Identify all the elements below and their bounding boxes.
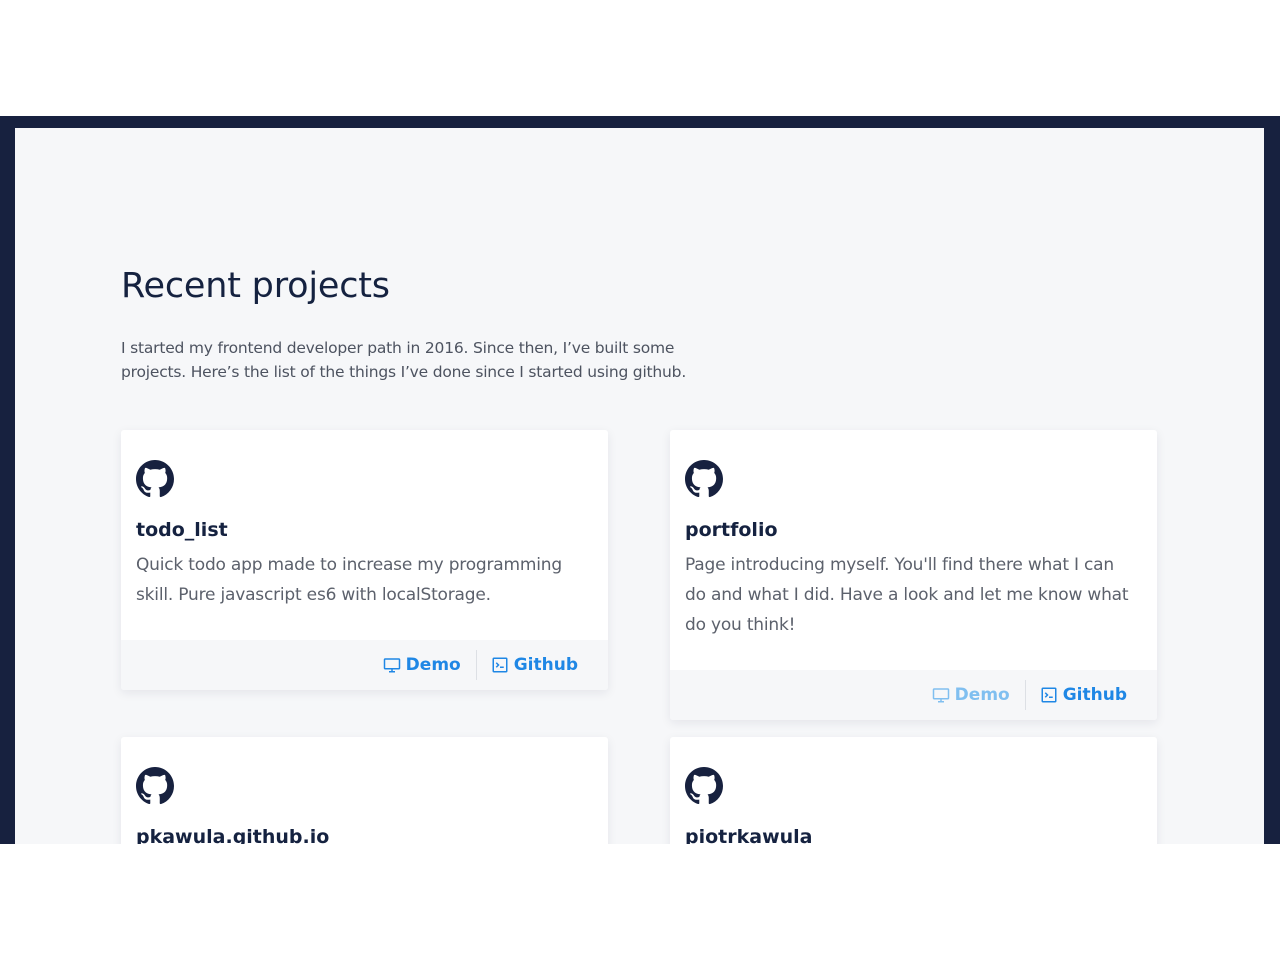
divider <box>475 650 477 680</box>
project-card-pkawula-github-io: pkawula.github.io <box>121 737 608 844</box>
demo-link[interactable]: Demo <box>383 655 461 675</box>
demo-label: Demo <box>405 655 461 675</box>
monitor-icon <box>932 686 950 704</box>
divider <box>1024 680 1026 710</box>
project-card-piotrkawula: piotrkawula <box>670 737 1157 844</box>
project-name: todo_list <box>136 519 228 541</box>
page-frame: Recent projects I started my frontend de… <box>0 116 1280 844</box>
section-title: Recent projects <box>121 266 390 306</box>
project-description: Page introducing myself. You'll find the… <box>685 555 1129 635</box>
github-label: Github <box>513 655 578 675</box>
github-icon <box>136 767 174 805</box>
projects-section: Recent projects I started my frontend de… <box>15 128 1264 844</box>
project-name: portfolio <box>685 519 778 541</box>
github-label: Github <box>1062 685 1127 705</box>
github-icon <box>685 460 723 498</box>
github-icon <box>685 767 723 805</box>
project-name: pkawula.github.io <box>136 826 330 844</box>
demo-link[interactable]: Demo <box>932 685 1010 705</box>
project-card-todo-list: todo_list Quick todo app made to increas… <box>121 430 608 690</box>
demo-label: Demo <box>954 685 1010 705</box>
github-link[interactable]: Github <box>491 655 578 675</box>
terminal-icon <box>491 656 509 674</box>
github-link[interactable]: Github <box>1040 685 1127 705</box>
card-footer: Demo Github <box>670 670 1157 720</box>
github-icon <box>136 460 174 498</box>
section-intro: I started my frontend developer path in … <box>121 339 687 381</box>
card-footer: Demo Github <box>121 640 608 690</box>
project-card-portfolio: portfolio Page introducing myself. You'l… <box>670 430 1157 720</box>
monitor-icon <box>383 656 401 674</box>
terminal-icon <box>1040 686 1058 704</box>
project-name: piotrkawula <box>685 826 813 844</box>
project-description: Quick todo app made to increase my progr… <box>136 555 562 605</box>
